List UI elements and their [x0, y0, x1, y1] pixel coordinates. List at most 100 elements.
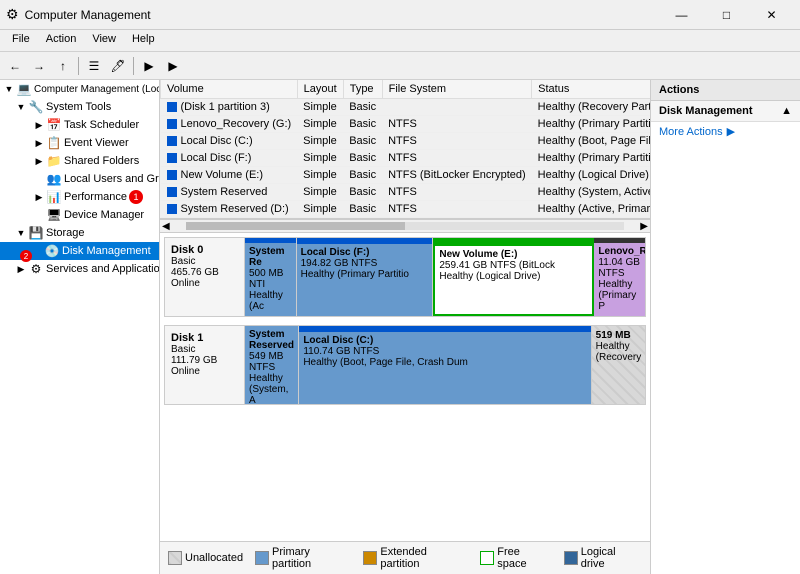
table-row[interactable]: Lenovo_Recovery (G:) Simple Basic NTFS H…: [161, 116, 651, 133]
scroll-thumb[interactable]: [186, 222, 405, 230]
disk-1-type: Basic: [171, 344, 238, 355]
app-icon: ⚙: [6, 6, 19, 23]
tree-item-services[interactable]: ▶ ⚙ Services and Applications: [0, 260, 159, 278]
cell-status: Healthy (Recovery Partition): [532, 99, 650, 116]
disk-0-label: Disk 0 Basic 465.76 GB Online: [165, 238, 245, 316]
cell-volume: Local Disc (F:): [161, 150, 298, 167]
tree-item-storage[interactable]: ▼ 💾 Storage: [0, 224, 159, 242]
part-status-0: Healthy (Ac: [249, 290, 292, 312]
part-size-1: 194.82 GB NTFS: [301, 258, 429, 269]
minimize-button[interactable]: —: [659, 0, 704, 30]
disk1-partition-0[interactable]: System Reserved 549 MB NTFS Healthy (Sys…: [245, 326, 299, 404]
tree-item-device-manager[interactable]: 🖥 Device Manager: [0, 206, 159, 224]
legend-unallocated: Unallocated: [168, 551, 243, 565]
disk-1-partitions: System Reserved 549 MB NTFS Healthy (Sys…: [245, 326, 645, 404]
menu-help[interactable]: Help: [124, 32, 163, 49]
disk0-partition-2[interactable]: New Volume (E:) 259.41 GB NTFS (BitLock …: [433, 238, 594, 316]
toolbar-show-hide[interactable]: ☰: [83, 55, 105, 77]
icon-disk-management: 💿: [44, 243, 60, 259]
disk-0-size: 465.76 GB: [171, 267, 238, 278]
tree-item-shared-folders[interactable]: ▶ 📁 Shared Folders: [0, 152, 159, 170]
disk-1-row: Disk 1 Basic 111.79 GB Online System Res…: [164, 325, 646, 405]
cell-layout: Simple: [297, 133, 343, 150]
table-row[interactable]: System Reserved Simple Basic NTFS Health…: [161, 184, 651, 201]
expand-disk-management: [30, 244, 44, 258]
legend-box-primary: [255, 551, 269, 565]
disk0-partition-1[interactable]: Local Disc (F:) 194.82 GB NTFS Healthy (…: [297, 238, 434, 316]
actions-more[interactable]: More Actions ▶: [651, 122, 800, 141]
table-row[interactable]: (Disk 1 partition 3) Simple Basic Health…: [161, 99, 651, 116]
menu-file[interactable]: File: [4, 32, 38, 49]
table-row[interactable]: Local Disc (C:) Simple Basic NTFS Health…: [161, 133, 651, 150]
main-container: ▼ 💻 Computer Management (Local) ▼ 🔧 Syst…: [0, 80, 800, 574]
badge-performance: 1: [129, 190, 143, 204]
menu-action[interactable]: Action: [38, 32, 85, 49]
part-size-3: 11.04 GB NTFS: [598, 257, 641, 279]
disk-0-name: Disk 0: [171, 244, 238, 256]
part-name-0: System Re: [249, 246, 292, 268]
part-status-1: Healthy (Boot, Page File, Crash Dum: [303, 357, 586, 368]
cell-status: Healthy (System, Active, Primary Partiti: [532, 184, 650, 201]
disk1-partition-2[interactable]: 519 MB Healthy (Recovery: [592, 326, 645, 404]
disk1-partition-1[interactable]: Local Disc (C:) 110.74 GB NTFS Healthy (…: [299, 326, 591, 404]
tree-item-root[interactable]: ▼ 💻 Computer Management (Local): [0, 80, 159, 98]
legend: Unallocated Primary partition Extended p…: [160, 541, 650, 574]
tree-item-event-viewer[interactable]: ▶ 📋 Event Viewer: [0, 134, 159, 152]
actions-collapse-icon: ▲: [781, 105, 792, 117]
cell-layout: Simple: [297, 116, 343, 133]
legend-label-logical: Logical drive: [581, 546, 642, 570]
scroll-right[interactable]: ▶: [638, 221, 650, 232]
h-scrollbar[interactable]: ◀ ▶: [160, 219, 650, 233]
actions-header: Actions: [651, 80, 800, 101]
legend-label-extended: Extended partition: [380, 546, 468, 570]
cell-status: Healthy (Active, Primary Partition): [532, 201, 650, 218]
scroll-track[interactable]: [186, 222, 625, 230]
col-filesystem: File System: [382, 80, 532, 99]
tree-item-performance[interactable]: ▶ 📊 Performance 1: [0, 188, 159, 206]
icon-root: 💻: [16, 81, 32, 97]
part-name-1: Local Disc (C:): [303, 335, 586, 346]
menu-view[interactable]: View: [84, 32, 124, 49]
table-row[interactable]: Local Disc (F:) Simple Basic NTFS Health…: [161, 150, 651, 167]
cell-type: Basic: [343, 99, 382, 116]
expand-system-tools: ▼: [14, 100, 28, 114]
tree-item-task-scheduler[interactable]: ▶ 📅 Task Scheduler: [0, 116, 159, 134]
close-button[interactable]: ✕: [749, 0, 794, 30]
actions-section-header: Disk Management ▲: [651, 101, 800, 122]
maximize-button[interactable]: □: [704, 0, 749, 30]
disk0-partition-3[interactable]: Lenovo_Recovery 11.04 GB NTFS Healthy (P…: [594, 238, 645, 316]
cell-layout: Simple: [297, 184, 343, 201]
table-row[interactable]: System Reserved (D:) Simple Basic NTFS H…: [161, 201, 651, 218]
legend-box-extended: [363, 551, 377, 565]
toolbar-extra2[interactable]: ▶: [162, 55, 184, 77]
part-status-2: Healthy (Recovery: [596, 341, 641, 363]
cell-volume: Lenovo_Recovery (G:): [161, 116, 298, 133]
table-row[interactable]: New Volume (E:) Simple Basic NTFS (BitLo…: [161, 167, 651, 184]
toolbar-forward[interactable]: →: [28, 55, 50, 77]
part-size-1: 110.74 GB NTFS: [303, 346, 586, 357]
expand-root: ▼: [2, 82, 16, 96]
cell-type: Basic: [343, 133, 382, 150]
tree-item-disk-management[interactable]: 💿 Disk Management 2: [0, 242, 159, 260]
table-area: Volume Layout Type File System Status (D…: [160, 80, 650, 219]
cell-status: Healthy (Boot, Page File, Crash Dump, P: [532, 133, 650, 150]
part-status-3: Healthy (Primary P: [598, 279, 641, 312]
scroll-left[interactable]: ◀: [160, 221, 172, 232]
cell-type: Basic: [343, 201, 382, 218]
expand-shared-folders: ▶: [32, 154, 46, 168]
expand-storage: ▼: [14, 226, 28, 240]
badge-disk-management: 2: [20, 250, 32, 262]
cell-volume: System Reserved: [161, 184, 298, 201]
more-actions-label: More Actions: [659, 126, 723, 138]
cell-filesystem: NTFS: [382, 201, 532, 218]
toolbar-back[interactable]: ←: [4, 55, 26, 77]
toolbar-up[interactable]: ↑: [52, 55, 74, 77]
legend-extended: Extended partition: [363, 546, 468, 570]
table-scroll[interactable]: Volume Layout Type File System Status (D…: [160, 80, 650, 218]
tree-item-local-users[interactable]: 👥 Local Users and Groups: [0, 170, 159, 188]
part-name-2: New Volume (E:): [439, 249, 588, 260]
toolbar-properties[interactable]: 🖊: [107, 55, 129, 77]
toolbar-extra1[interactable]: ▶: [138, 55, 160, 77]
tree-item-system-tools[interactable]: ▼ 🔧 System Tools: [0, 98, 159, 116]
disk0-partition-0[interactable]: System Re 500 MB NTI Healthy (Ac: [245, 238, 297, 316]
